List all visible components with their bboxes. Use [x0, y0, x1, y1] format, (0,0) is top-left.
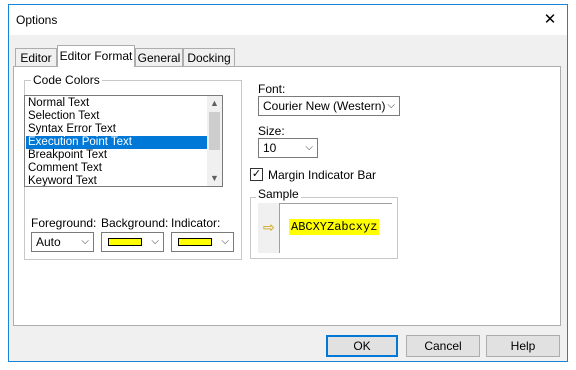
tab-editor[interactable]: Editor: [15, 48, 57, 66]
indicator-select[interactable]: ⌵: [171, 232, 234, 252]
code-colors-list[interactable]: Normal Text Selection Text Syntax Error …: [24, 95, 223, 187]
sample-text: ABCXYZabcxyz: [289, 219, 380, 235]
code-colors-items: Normal Text Selection Text Syntax Error …: [26, 97, 208, 186]
tab-editor-format[interactable]: Editor Format: [57, 45, 135, 67]
size-label: Size:: [258, 124, 285, 138]
scroll-up-icon[interactable]: ▲: [207, 96, 222, 111]
list-item[interactable]: Keyword Text: [26, 175, 208, 186]
execution-arrow-icon: ⇨: [263, 219, 275, 235]
ok-button[interactable]: OK: [326, 335, 398, 357]
foreground-label: Foreground:: [31, 216, 97, 230]
chevron-down-icon: ⌵: [387, 100, 395, 111]
chevron-down-icon: ⌵: [151, 236, 159, 247]
background-select[interactable]: ⌵: [101, 232, 164, 252]
title-bar: Options ✕: [9, 5, 567, 35]
list-item[interactable]: Normal Text: [26, 97, 208, 110]
chevron-down-icon: ⌵: [81, 236, 89, 247]
list-item[interactable]: Syntax Error Text: [26, 123, 208, 136]
tab-docking[interactable]: Docking: [183, 48, 235, 66]
sample-label: Sample: [256, 187, 301, 201]
margin-indicator-checkbox[interactable]: ✓: [250, 168, 263, 181]
foreground-select[interactable]: Auto ⌵: [31, 232, 94, 252]
background-label: Background:: [101, 216, 169, 230]
code-colors-label: Code Colors: [31, 73, 102, 87]
scroll-down-icon[interactable]: ▼: [207, 171, 222, 186]
font-select[interactable]: Courier New (Western) ⌵: [258, 96, 400, 116]
close-icon[interactable]: ✕: [533, 5, 567, 35]
cancel-button[interactable]: Cancel: [406, 335, 480, 357]
scroll-thumb[interactable]: [209, 112, 220, 150]
list-item[interactable]: Breakpoint Text: [26, 149, 208, 162]
indicator-label: Indicator:: [171, 216, 221, 230]
background-swatch: [108, 238, 142, 246]
size-select[interactable]: 10 ⌵: [258, 138, 318, 158]
list-item[interactable]: Comment Text: [26, 162, 208, 175]
list-scrollbar[interactable]: ▲ ▼: [207, 96, 222, 186]
tab-general[interactable]: General: [135, 48, 183, 66]
dialog-title: Options: [16, 13, 58, 27]
font-label: Font:: [258, 82, 286, 96]
foreground-value: Auto: [36, 235, 61, 249]
chevron-down-icon: ⌵: [221, 236, 229, 247]
indicator-swatch: [178, 238, 212, 246]
list-item-selected[interactable]: Execution Point Text: [26, 136, 208, 149]
size-value: 10: [263, 141, 277, 155]
help-button[interactable]: Help: [486, 335, 560, 357]
margin-indicator-label[interactable]: Margin Indicator Bar: [268, 168, 376, 182]
chevron-down-icon: ⌵: [305, 142, 313, 153]
list-item[interactable]: Selection Text: [26, 110, 208, 123]
font-value: Courier New (Western): [263, 99, 386, 113]
